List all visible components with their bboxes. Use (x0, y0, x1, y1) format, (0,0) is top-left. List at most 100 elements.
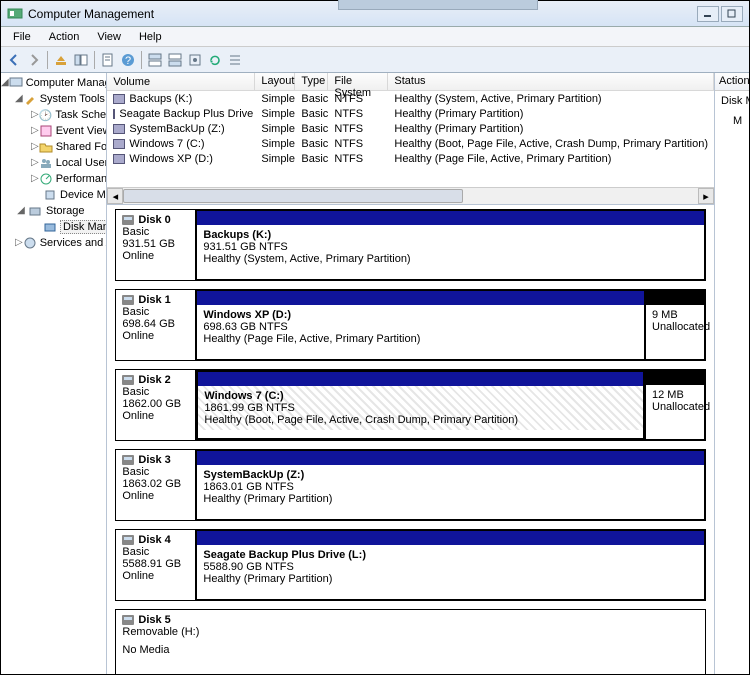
disk-meta: Disk 5 Removable (H:) No Media (116, 610, 705, 674)
help-button[interactable]: ? (119, 51, 137, 69)
tree-disk-management[interactable]: Disk Management (1, 219, 106, 235)
volume-list-header: Volume Layout Type File System Status (107, 73, 714, 91)
disk-graphical-view: Disk 0 Basic 931.51 GB Online Backups (K… (107, 205, 714, 674)
tree-system-tools[interactable]: ◢ System Tools (1, 91, 106, 107)
disk-0[interactable]: Disk 0 Basic 931.51 GB Online Backups (K… (115, 209, 706, 281)
partition[interactable]: Backups (K:)931.51 GB NTFSHealthy (Syste… (196, 210, 705, 280)
volume-row[interactable]: SystemBackUp (Z:)SimpleBasicNTFSHealthy … (107, 121, 714, 136)
expand-icon[interactable]: ▷ (31, 110, 39, 120)
partition-header (646, 371, 704, 385)
properties-button[interactable] (99, 51, 117, 69)
tree-shared-folders[interactable]: ▷Shared Folders (1, 139, 106, 155)
back-button[interactable] (5, 51, 23, 69)
expand-icon[interactable]: ▷ (31, 158, 39, 168)
volume-row[interactable]: Windows XP (D:)SimpleBasicNTFSHealthy (P… (107, 151, 714, 166)
partition[interactable]: SystemBackUp (Z:)1863.01 GB NTFSHealthy … (196, 450, 705, 520)
disk-3[interactable]: Disk 3 Basic 1863.02 GB Online SystemBac… (115, 449, 706, 521)
menu-view[interactable]: View (89, 29, 129, 45)
volume-row[interactable]: Windows 7 (C:)SimpleBasicNTFSHealthy (Bo… (107, 136, 714, 151)
disk-type: Removable (H:) (122, 626, 699, 638)
storage-icon (27, 203, 43, 219)
view-bottom-button[interactable] (166, 51, 184, 69)
disk-meta: Disk 0 Basic 931.51 GB Online (116, 210, 196, 280)
show-hide-tree-button[interactable] (72, 51, 90, 69)
partition-name: SystemBackUp (Z:) (203, 469, 698, 481)
volume-row[interactable]: Seagate Backup Plus Drive (L:)SimpleBasi… (107, 106, 714, 121)
partition-name: Backups (K:) (203, 229, 698, 241)
tree-label: Task Scheduler (55, 109, 107, 121)
partition-status: Healthy (Boot, Page File, Active, Crash … (204, 414, 637, 426)
expand-icon[interactable]: ▷ (31, 174, 39, 184)
scroll-left-button[interactable]: ◂ (107, 188, 123, 204)
collapse-icon[interactable]: ◢ (15, 94, 23, 104)
expand-icon[interactable]: ▷ (31, 126, 39, 136)
disk-state: No Media (122, 644, 699, 656)
disk-size: 698.64 GB (122, 318, 189, 330)
forward-button[interactable] (25, 51, 43, 69)
tree-root[interactable]: ◢ Computer Management (Local) (1, 75, 106, 91)
minimize-button[interactable] (697, 6, 719, 22)
disk-5[interactable]: Disk 5 Removable (H:) No Media (115, 609, 706, 674)
volume-status: Healthy (System, Active, Primary Partiti… (388, 93, 714, 105)
col-status[interactable]: Status (388, 73, 714, 90)
volume-layout: Simple (255, 138, 295, 150)
collapse-icon[interactable]: ◢ (1, 78, 9, 88)
disk-size: 931.51 GB (122, 238, 189, 250)
col-filesystem[interactable]: File System (328, 73, 388, 90)
tree-performance[interactable]: ▷ Performance (1, 171, 106, 187)
tree-services[interactable]: ▷Services and Applications (1, 235, 106, 251)
collapse-icon[interactable]: ◢ (15, 206, 27, 216)
disk-4[interactable]: Disk 4 Basic 5588.91 GB Online Seagate B… (115, 529, 706, 601)
volume-type: Basic (295, 93, 328, 105)
tree-label: Performance (56, 173, 108, 185)
app-icon (7, 6, 23, 22)
menu-action[interactable]: Action (41, 29, 88, 45)
expand-icon[interactable]: ▷ (15, 238, 23, 248)
disk-1[interactable]: Disk 1 Basic 698.64 GB Online Windows XP… (115, 289, 706, 361)
partition-header (197, 291, 644, 305)
list-button[interactable] (226, 51, 244, 69)
col-type[interactable]: Type (295, 73, 328, 90)
partition-selected[interactable]: Windows 7 (C:)1861.99 GB NTFSHealthy (Bo… (196, 370, 645, 440)
scroll-thumb[interactable] (123, 189, 463, 203)
actions-more[interactable]: M (715, 111, 749, 131)
volume-list-scrollbar[interactable]: ◂ ▸ (107, 187, 714, 204)
scroll-right-button[interactable]: ▸ (698, 188, 714, 204)
volume-icon (113, 154, 125, 164)
partition-header (197, 451, 704, 465)
partition-size: 931.51 GB NTFS (203, 241, 698, 253)
tree-device-manager[interactable]: Device Manager (1, 187, 106, 203)
toolbar: ? (1, 47, 749, 73)
volume-icon (113, 139, 125, 149)
tree-local-users[interactable]: ▷Local Users and Groups (1, 155, 106, 171)
partition-unallocated[interactable]: 12 MBUnallocated (645, 370, 705, 440)
disk-name: Disk 5 (138, 614, 170, 626)
view-top-button[interactable] (146, 51, 164, 69)
refresh-button[interactable] (206, 51, 224, 69)
partition-unallocated[interactable]: 9 MBUnallocated (645, 290, 705, 360)
volume-name: Windows XP (D:) (129, 153, 213, 165)
disk-2[interactable]: Disk 2 Basic 1862.00 GB Online Windows 7… (115, 369, 706, 441)
maximize-button[interactable] (721, 6, 743, 22)
disk-type: Basic (122, 466, 189, 478)
partition[interactable]: Seagate Backup Plus Drive (L:)5588.90 GB… (196, 530, 705, 600)
actions-disk-management[interactable]: Disk M (715, 91, 749, 111)
volume-type: Basic (295, 153, 328, 165)
col-layout[interactable]: Layout (255, 73, 295, 90)
tree-storage[interactable]: ◢ Storage (1, 203, 106, 219)
volume-fs: NTFS (328, 153, 388, 165)
tree-task-scheduler[interactable]: ▷🕑Task Scheduler (1, 107, 106, 123)
volume-layout: Simple (255, 93, 295, 105)
settings-button[interactable] (186, 51, 204, 69)
partition-header (646, 291, 704, 305)
menu-help[interactable]: Help (131, 29, 170, 45)
expand-icon[interactable]: ▷ (31, 142, 39, 152)
menu-file[interactable]: File (5, 29, 39, 45)
tree-label: Storage (46, 205, 85, 217)
disk-icon (122, 535, 134, 545)
col-volume[interactable]: Volume (107, 73, 255, 90)
up-button[interactable] (52, 51, 70, 69)
volume-row[interactable]: Backups (K:)SimpleBasicNTFSHealthy (Syst… (107, 91, 714, 106)
partition[interactable]: Windows XP (D:)698.63 GB NTFSHealthy (Pa… (196, 290, 645, 360)
tree-event-viewer[interactable]: ▷Event Viewer (1, 123, 106, 139)
